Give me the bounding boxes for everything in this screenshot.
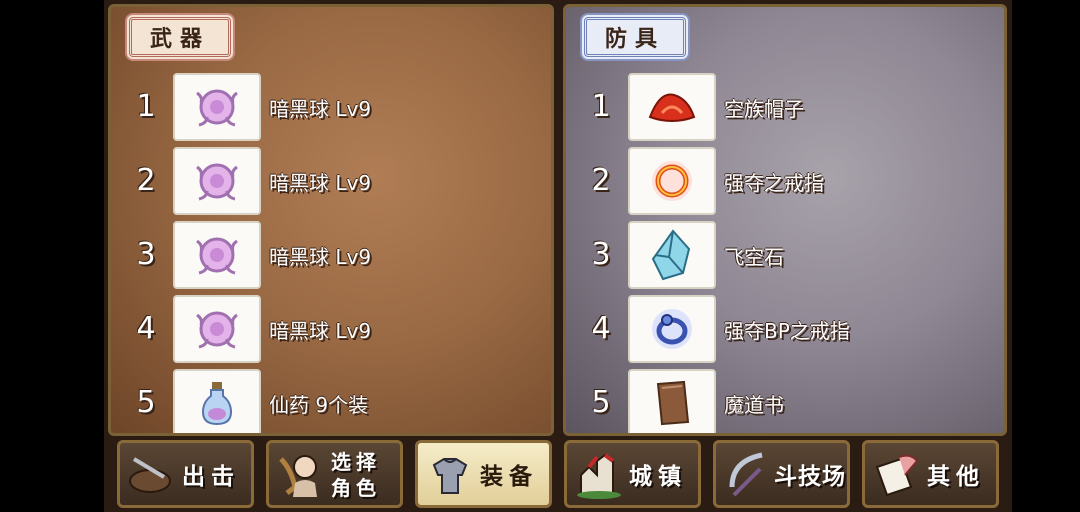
slot-number: 4 (136, 311, 156, 346)
character-icon (279, 455, 317, 497)
slot-number: 3 (591, 237, 611, 272)
scythe-icon (729, 452, 763, 497)
item-name: 空族帽子 (724, 97, 804, 121)
armor-slot-5[interactable]: 5 魔道书 (566, 369, 1004, 433)
slot-number: 1 (136, 89, 156, 124)
potion-icon (173, 369, 261, 433)
armor-icon (432, 458, 468, 494)
item-name: 暗黑球 Lv9 (269, 319, 372, 343)
nav-label: 斗技场 (774, 464, 846, 490)
nav-other-button[interactable]: 其他 (862, 440, 999, 508)
item-name: 飞空石 (724, 245, 784, 269)
item-name: 仙药 9个装 (269, 393, 369, 417)
item-name: 暗黑球 Lv9 (269, 245, 372, 269)
nav-select-character-button[interactable]: 选择 角色 (266, 440, 403, 508)
nav-arena-button[interactable]: 斗技场 (713, 440, 850, 508)
nav-label: 城镇 (629, 464, 687, 490)
armor-slot-3[interactable]: 3 飞空石 (566, 221, 1004, 291)
crystal-icon (628, 221, 716, 289)
castle-town-icon (577, 453, 621, 499)
nav-label: 选择 角色 (331, 449, 381, 501)
slot-number: 5 (591, 385, 611, 420)
item-name: 强夺BP之戒指 (724, 319, 850, 343)
weapon-slot-4[interactable]: 4 暗黑球 Lv9 (111, 295, 551, 365)
slot-number: 1 (591, 89, 611, 124)
item-name: 暗黑球 Lv9 (269, 97, 372, 121)
gold-ring-icon (628, 147, 716, 215)
nav-label: 其他 (927, 464, 985, 490)
armor-panel-title: 防具 (584, 17, 686, 57)
nav-label-line1: 选择 (331, 450, 381, 474)
armor-slot-1[interactable]: 1 空族帽子 (566, 73, 1004, 143)
slot-number: 4 (591, 311, 611, 346)
red-hat-icon (628, 73, 716, 141)
armor-slot-2[interactable]: 2 强夺之戒指 (566, 147, 1004, 217)
nav-town-button[interactable]: 城镇 (564, 440, 701, 508)
nav-equip-button[interactable]: 装备 (415, 440, 552, 508)
slot-number: 2 (136, 163, 156, 198)
weapon-slot-3[interactable]: 3 暗黑球 Lv9 (111, 221, 551, 291)
nav-label-line2: 角色 (331, 476, 381, 500)
scroll-quill-icon (875, 454, 919, 497)
book-icon (628, 369, 716, 433)
slot-number: 5 (136, 385, 156, 420)
dark-orb-icon (173, 73, 261, 141)
armor-panel: 防具 1 空族帽子 2 强夺之戒指 3 飞空石 4 强夺BP之戒指 5 魔道书 (563, 4, 1007, 436)
slot-number: 3 (136, 237, 156, 272)
item-name: 暗黑球 Lv9 (269, 171, 372, 195)
slot-number: 2 (591, 163, 611, 198)
nav-sortie-button[interactable]: 出击 (117, 440, 254, 508)
nav-label: 装备 (480, 464, 538, 490)
weapon-slot-5[interactable]: 5 仙药 9个装 (111, 369, 551, 433)
weapon-slot-1[interactable]: 1 暗黑球 Lv9 (111, 73, 551, 143)
nav-label: 出击 (182, 464, 240, 490)
dark-orb-icon (173, 295, 261, 363)
item-name: 强夺之戒指 (724, 171, 824, 195)
weapon-panel-title: 武器 (129, 17, 231, 57)
blue-ring-icon (628, 295, 716, 363)
dark-orb-icon (173, 147, 261, 215)
weapon-panel: 武器 1 暗黑球 Lv9 2 暗黑球 Lv9 3 暗黑球 Lv9 4 暗黑球 L… (108, 4, 554, 436)
item-name: 魔道书 (724, 393, 784, 417)
armor-slot-4[interactable]: 4 强夺BP之戒指 (566, 295, 1004, 365)
weapon-slot-2[interactable]: 2 暗黑球 Lv9 (111, 147, 551, 217)
airship-icon (129, 457, 171, 493)
dark-orb-icon (173, 221, 261, 289)
